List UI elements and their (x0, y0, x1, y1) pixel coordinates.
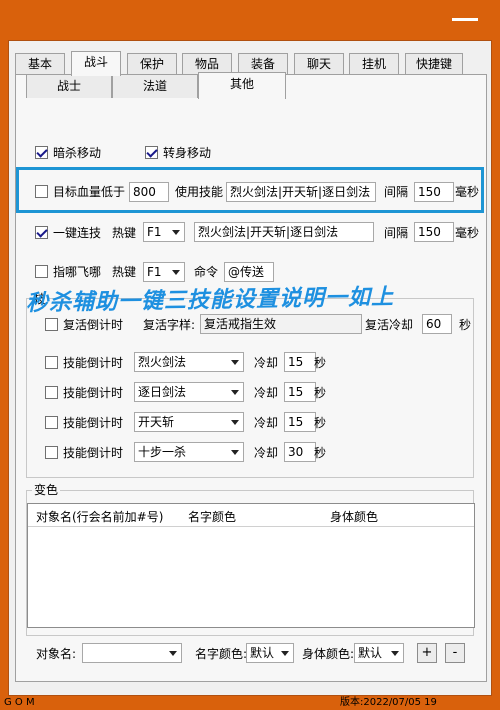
skill-cd-unit: 秒 (314, 446, 327, 460)
combo-label: 一键连技 (53, 226, 102, 240)
tab-protect[interactable]: 保护 (127, 53, 177, 75)
chevron-down-icon (231, 360, 239, 365)
app-window: 基本 战斗 保护 物品 装备 聊天 挂机 快捷键 战士 法道 其他 暗杀移动 转… (0, 0, 500, 710)
combo-hotkey-select[interactable]: F1 (143, 222, 185, 242)
body-color-label: 身体颜色: (302, 647, 355, 661)
minimize-icon[interactable] (452, 18, 478, 21)
highlight-box (16, 167, 484, 213)
combo-skills-input[interactable]: 烈火剑法|开天斩|逐日剑法 (194, 222, 374, 242)
subtab-taoist[interactable]: 法道 (112, 74, 198, 98)
column-object-name[interactable]: 对象名(行会名前加#号) (36, 509, 163, 525)
chevron-down-icon (391, 651, 399, 656)
annotation-text: 秒杀辅助一键三技能设置说明一如上 (25, 283, 395, 317)
chevron-down-icon (231, 420, 239, 425)
skill-select-value: 逐日剑法 (138, 385, 187, 399)
skill-select-value: 十步一杀 (138, 445, 187, 459)
fly-label: 指哪飞哪 (53, 265, 102, 279)
combo-interval-unit: 毫秒 (455, 226, 480, 240)
combo-interval-input[interactable]: 150 (414, 222, 454, 242)
skill-cd-label: 冷却 (254, 386, 279, 400)
assassin-move-checkbox[interactable] (35, 146, 48, 159)
chevron-down-icon (172, 270, 180, 275)
revive-cd-unit: 秒 (459, 318, 472, 332)
column-name-color[interactable]: 名字颜色 (188, 509, 236, 525)
revive-checkbox[interactable] (45, 318, 58, 331)
skill-select[interactable]: 开天斩 (134, 412, 244, 432)
tab-basic[interactable]: 基本 (15, 53, 65, 75)
tab-chat[interactable]: 聊天 (294, 53, 344, 75)
skill-select[interactable]: 逐日剑法 (134, 382, 244, 402)
skill-cd-input[interactable]: 15 (284, 382, 316, 402)
tab-combat[interactable]: 战斗 (71, 51, 121, 76)
skill-countdown-checkbox[interactable] (45, 386, 58, 399)
body-color-value: 默认 (358, 646, 383, 660)
skill-cd-input[interactable]: 30 (284, 442, 316, 462)
skill-cd-unit: 秒 (314, 416, 327, 430)
skill-cd-label: 冷却 (254, 446, 279, 460)
chevron-down-icon (281, 651, 289, 656)
body-color-select[interactable]: 默认 (354, 643, 404, 663)
turn-move-checkbox[interactable] (145, 146, 158, 159)
turn-move-label: 转身移动 (163, 146, 212, 160)
skill-countdown-checkbox[interactable] (45, 356, 58, 369)
name-color-label: 名字颜色: (195, 647, 248, 661)
revive-font-label: 复活字样: (143, 318, 196, 332)
tab-afk[interactable]: 挂机 (349, 53, 399, 75)
fly-hotkey-select[interactable]: F1 (143, 262, 185, 282)
skill-cd-input[interactable]: 15 (284, 412, 316, 432)
name-color-value: 默认 (250, 646, 275, 660)
status-left: G O M (4, 697, 35, 708)
revive-cd-label: 复活冷却 (365, 318, 414, 332)
skill-cd-label: 冷却 (254, 416, 279, 430)
subtab-warrior[interactable]: 战士 (26, 74, 112, 98)
command-label: 命令 (194, 265, 219, 279)
assassin-move-label: 暗杀移动 (53, 146, 102, 160)
skill-cd-unit: 秒 (314, 386, 327, 400)
skill-countdown-checkbox[interactable] (45, 446, 58, 459)
skill-select[interactable]: 十步一杀 (134, 442, 244, 462)
skill-cd-unit: 秒 (314, 356, 327, 370)
fly-hotkey-value: F1 (147, 265, 162, 279)
revive-cd-input[interactable]: 60 (422, 314, 452, 334)
revive-label: 复活倒计时 (63, 318, 124, 332)
color-group-title: 变色 (32, 483, 61, 497)
skill-select-value: 烈火剑法 (138, 355, 187, 369)
revive-font-input[interactable]: 复活戒指生效 (200, 314, 362, 334)
chevron-down-icon (231, 390, 239, 395)
subtab-other[interactable]: 其他 (198, 72, 286, 99)
chevron-down-icon (169, 651, 177, 656)
command-input[interactable]: @传送 (224, 262, 274, 282)
skill-countdown-label: 技能倒计时 (63, 416, 124, 430)
skill-countdown-label: 技能倒计时 (63, 446, 124, 460)
chevron-down-icon (172, 230, 180, 235)
skill-cd-input[interactable]: 15 (284, 352, 316, 372)
version-label: 版本:2022/07/05 19 (340, 697, 437, 708)
name-color-select[interactable]: 默认 (246, 643, 294, 663)
skill-countdown-label: 技能倒计时 (63, 386, 124, 400)
tab-hotkeys[interactable]: 快捷键 (405, 53, 463, 75)
skill-countdown-checkbox[interactable] (45, 416, 58, 429)
object-name-label: 对象名: (36, 647, 77, 661)
combo-interval-label: 间隔 (384, 226, 409, 240)
fly-hotkey-label: 热键 (112, 265, 137, 279)
add-button[interactable]: + (417, 643, 437, 663)
fly-checkbox[interactable] (35, 265, 48, 278)
remove-button[interactable]: - (445, 643, 465, 663)
combo-checkbox[interactable] (35, 226, 48, 239)
combo-hotkey-value: F1 (147, 225, 162, 239)
column-body-color[interactable]: 身体颜色 (330, 509, 378, 525)
hotkey-label: 热键 (112, 226, 137, 240)
chevron-down-icon (231, 450, 239, 455)
skill-countdown-label: 技能倒计时 (63, 356, 124, 370)
object-name-select[interactable] (82, 643, 182, 663)
skill-select-value: 开天斩 (138, 415, 175, 429)
skill-cd-label: 冷却 (254, 356, 279, 370)
skill-select[interactable]: 烈火剑法 (134, 352, 244, 372)
